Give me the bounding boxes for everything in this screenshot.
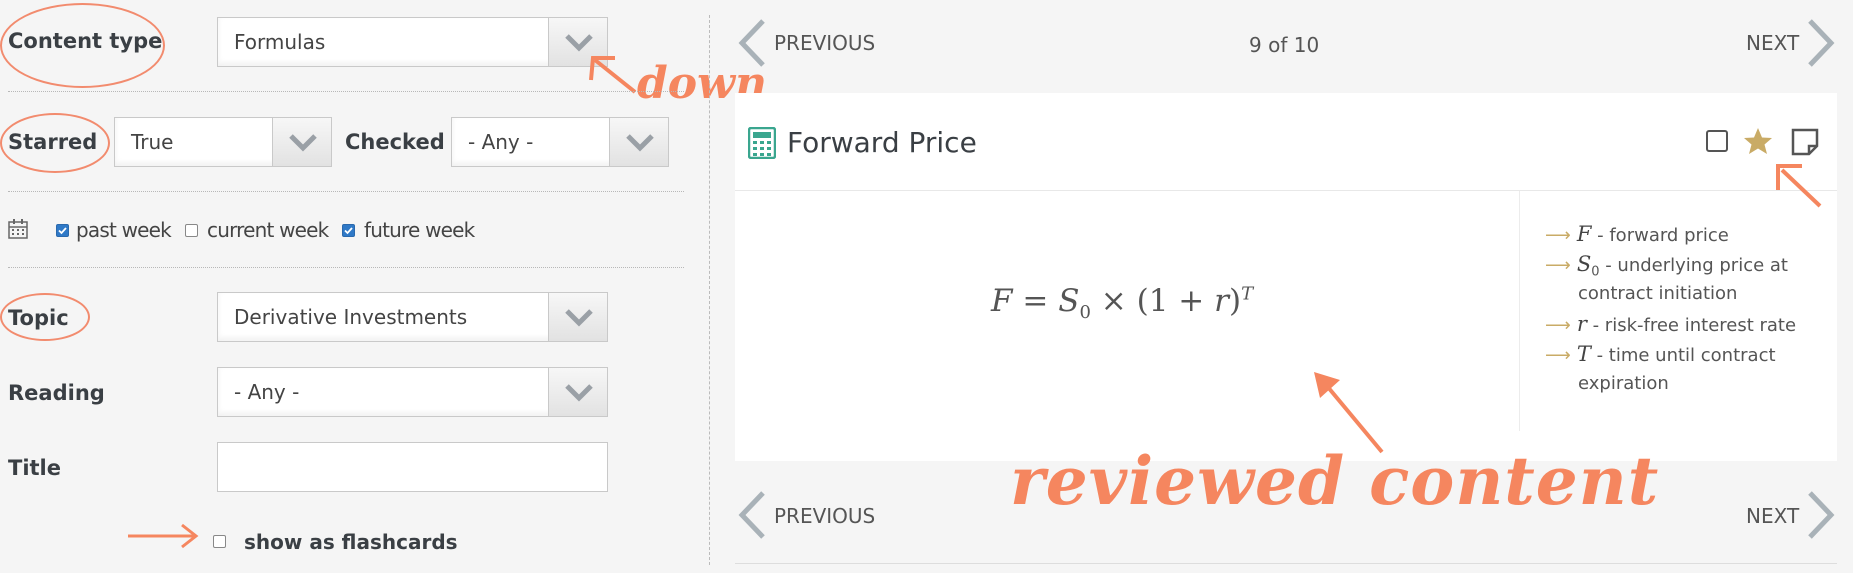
annotation-circle <box>0 113 110 173</box>
divider <box>8 267 684 268</box>
reading-select[interactable]: - Any - <box>217 367 608 417</box>
starred-value: True <box>131 130 174 154</box>
chevron-right-icon[interactable] <box>1806 18 1836 68</box>
legend-item-continued: expiration <box>1578 373 1669 394</box>
reading-value: - Any - <box>234 380 300 404</box>
starred-select[interactable]: True <box>114 117 332 167</box>
annotation-circle <box>0 293 90 341</box>
flashcards-label: show as flashcards <box>244 530 458 554</box>
next-button[interactable]: NEXT <box>1746 504 1799 528</box>
page-indicator: 9 of 10 <box>1249 33 1320 57</box>
legend-item: ⟶ r - risk-free interest rate <box>1545 312 1797 336</box>
title-label: Title <box>8 456 62 480</box>
formula-card: Forward Price F = S0 × (1 + r)T ⟶ F - for… <box>735 93 1837 461</box>
arrow-icon <box>589 56 637 94</box>
card-title: Forward Price <box>787 126 977 159</box>
card-vertical-divider <box>1519 191 1520 431</box>
previous-button[interactable]: PREVIOUS <box>774 31 875 55</box>
note-icon[interactable] <box>1791 128 1819 156</box>
arrow-icon <box>128 523 199 549</box>
chevron-left-icon[interactable] <box>737 18 767 68</box>
checked-toggle-icon[interactable] <box>1706 130 1728 152</box>
flashcards-checkbox[interactable] <box>213 535 226 548</box>
legend-item: ⟶ T - time until contract <box>1545 342 1776 366</box>
reading-dropdown-button[interactable] <box>548 368 607 416</box>
divider <box>8 191 684 192</box>
future-week-label: future week <box>364 218 475 242</box>
current-week-label: current week <box>207 218 329 242</box>
previous-button[interactable]: PREVIOUS <box>774 504 875 528</box>
annotation-circle <box>0 3 165 88</box>
future-week-checkbox[interactable] <box>342 224 355 237</box>
star-icon[interactable] <box>1743 127 1773 155</box>
past-week-checkbox[interactable] <box>56 224 69 237</box>
past-week-label: past week <box>76 218 172 242</box>
calendar-icon <box>8 219 28 239</box>
arrow-icon: ⟶ <box>1545 345 1571 366</box>
formula: F = S0 × (1 + r)T <box>991 283 1254 324</box>
reading-label: Reading <box>8 381 105 405</box>
chevron-down-icon <box>626 134 654 152</box>
legend-item: ⟶ F - forward price <box>1545 222 1729 246</box>
divider <box>735 563 1837 564</box>
card-divider <box>735 190 1837 191</box>
checked-value: - Any - <box>468 130 534 154</box>
legend-item-continued: contract initiation <box>1578 283 1738 304</box>
arrow-icon: ⟶ <box>1545 255 1571 276</box>
title-input[interactable] <box>217 442 608 492</box>
arrow-icon: ⟶ <box>1545 315 1571 336</box>
chevron-down-icon <box>565 34 593 52</box>
chevron-right-icon[interactable] <box>1806 490 1836 540</box>
starred-dropdown-button[interactable] <box>272 118 331 166</box>
reviewed-content-annotation: reviewed content <box>1010 442 1660 520</box>
divider <box>8 91 684 92</box>
topic-dropdown-button[interactable] <box>548 293 607 341</box>
arrow-icon: ⟶ <box>1545 225 1571 246</box>
chevron-left-icon[interactable] <box>737 490 767 540</box>
checked-select[interactable]: - Any - <box>451 117 669 167</box>
topic-value: Derivative Investments <box>234 305 468 329</box>
next-button[interactable]: NEXT <box>1746 31 1799 55</box>
chevron-down-icon <box>565 309 593 327</box>
checked-label: Checked <box>345 130 445 154</box>
panel-divider <box>709 15 710 565</box>
arrow-icon <box>1776 164 1822 208</box>
calculator-icon <box>748 127 776 159</box>
checked-dropdown-button[interactable] <box>609 118 668 166</box>
topic-select[interactable]: Derivative Investments <box>217 292 608 342</box>
chevron-down-icon <box>565 384 593 402</box>
content-type-value: Formulas <box>234 30 326 54</box>
current-week-checkbox[interactable] <box>185 224 198 237</box>
content-type-select[interactable]: Formulas <box>217 17 608 67</box>
chevron-down-icon <box>289 134 317 152</box>
